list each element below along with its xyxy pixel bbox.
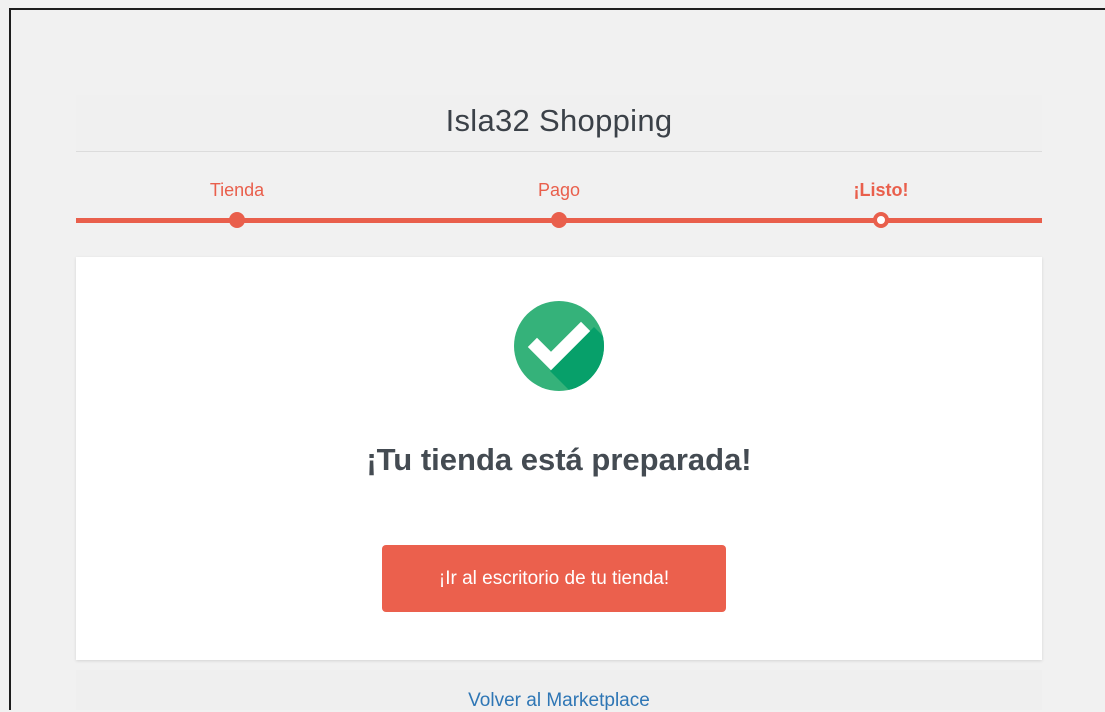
- step-listo: ¡Listo!: [801, 180, 961, 201]
- back-to-marketplace-link[interactable]: Volver al Marketplace: [76, 690, 1042, 712]
- success-card: ¡Tu tienda está preparada! ¡Ir al escrit…: [76, 257, 1042, 660]
- site-title: Isla32 Shopping: [445, 103, 673, 138]
- check-circle-icon: [514, 301, 604, 391]
- step-label: Tienda: [209, 180, 265, 200]
- success-heading: ¡Tu tienda está preparada!: [366, 442, 752, 477]
- step-pago: Pago: [479, 180, 639, 201]
- step-dot-pago: [551, 212, 567, 228]
- step-label: Pago: [537, 180, 581, 200]
- step-dot-tienda: [229, 212, 245, 228]
- footer: Volver al Marketplace: [76, 670, 1042, 712]
- progress-steps: Tienda Pago ¡Listo!: [76, 152, 1042, 242]
- site-header: Isla32 Shopping: [76, 95, 1042, 152]
- step-tienda: Tienda: [157, 180, 317, 201]
- go-to-dashboard-button[interactable]: ¡Ir al escritorio de tu tienda!: [382, 545, 726, 612]
- step-dot-listo-current: [873, 212, 889, 228]
- step-label-current: ¡Listo!: [853, 180, 909, 200]
